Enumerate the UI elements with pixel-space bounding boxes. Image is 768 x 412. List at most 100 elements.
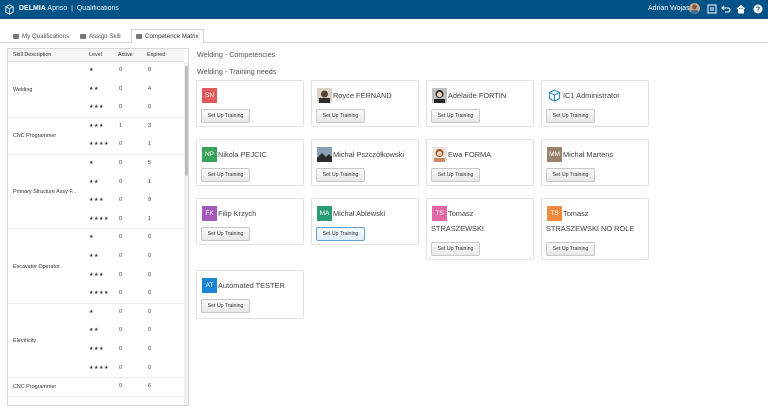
person-card[interactable]: Adélaide FORTIN Set Up Training xyxy=(426,80,534,127)
matrix-row[interactable]: ★ 0 0 xyxy=(86,229,184,247)
set-up-training-button[interactable]: Set Up Training xyxy=(201,299,250,313)
skill-name[interactable]: Electricity xyxy=(13,338,85,344)
level-stars: ★★ xyxy=(89,178,99,185)
matrix-row[interactable]: ★★★★ 0 1 xyxy=(86,136,184,154)
top-bar: DELMIA Apriso | Qualifications Adrian Wo… xyxy=(0,0,768,19)
avatar-initials: MA xyxy=(319,210,330,217)
matrix-row[interactable]: ★★★ 0 9 xyxy=(86,192,184,210)
back-icon[interactable] xyxy=(720,3,732,15)
info-panel-icon[interactable] xyxy=(706,3,718,15)
set-up-training-button[interactable]: Set Up Training xyxy=(431,109,480,123)
person-card[interactable]: MA Michał Ablewski Set Up Training xyxy=(311,198,419,245)
help-icon[interactable]: ? xyxy=(752,3,764,15)
active-count: 0 xyxy=(119,383,122,390)
matrix-row[interactable]: ★★★ 0 0 xyxy=(86,341,184,359)
matrix-row[interactable]: ★★★★ 0 0 xyxy=(86,360,184,378)
level-stars: ★★ xyxy=(89,327,99,334)
set-up-training-button[interactable]: Set Up Training xyxy=(546,168,595,182)
person-card[interactable]: IC1 Administrator Set Up Training xyxy=(541,80,649,127)
matrix-row[interactable]: ★ 0 8 xyxy=(86,62,184,80)
tab-assign-skill[interactable]: Assign Skill xyxy=(76,29,125,43)
level-stars: ★★★ xyxy=(89,197,104,204)
initials-avatar: AT xyxy=(202,278,217,293)
matrix-row[interactable]: ★★★ 1 3 xyxy=(86,118,184,136)
set-up-training-button[interactable]: Set Up Training xyxy=(546,242,595,256)
header-expired[interactable]: Expired xyxy=(147,52,165,58)
link-icon xyxy=(80,33,86,39)
skill-group: Electricity ★ 0 0 ★★ 0 0 ★★★ 0 0 ★★★★ 0 0 xyxy=(8,304,184,379)
person-name: Tomasz xyxy=(563,209,589,218)
person-card[interactable]: SN Set Up Training xyxy=(196,80,304,127)
set-up-training-button[interactable]: Set Up Training xyxy=(431,168,480,182)
scrollbar-thumb[interactable] xyxy=(185,66,188,176)
skill-name[interactable]: CNC Programmer xyxy=(13,133,85,139)
set-up-training-button[interactable]: Set Up Training xyxy=(316,227,365,241)
app-title: DELMIA Apriso | Qualifications xyxy=(19,5,119,12)
tab-my-qualifications[interactable]: My Qualifications xyxy=(9,29,73,43)
skill-name[interactable]: CNC Programmer xyxy=(13,384,85,390)
expired-count: 9 xyxy=(148,197,151,204)
set-up-training-button[interactable]: Set Up Training xyxy=(431,242,480,256)
skill-name[interactable]: Excavator Operator xyxy=(13,264,85,270)
tab-competence-matrix[interactable]: Competence Matrix xyxy=(131,29,204,44)
person-card[interactable]: TS Tomasz STRASZEWSKI Set Up Training xyxy=(426,198,534,260)
header-level[interactable]: Level xyxy=(89,52,102,58)
set-up-training-button[interactable]: Set Up Training xyxy=(316,168,365,182)
set-up-training-button[interactable]: Set Up Training xyxy=(546,109,595,123)
set-up-training-button[interactable]: Set Up Training xyxy=(201,109,250,123)
set-up-training-button[interactable]: Set Up Training xyxy=(201,227,250,241)
person-card[interactable]: Royce FERNAND Set Up Training xyxy=(311,80,419,127)
active-count: 0 xyxy=(119,67,122,73)
active-count: 1 xyxy=(119,122,122,129)
person-card[interactable]: Michał Pszczółkowski Set Up Training xyxy=(311,139,419,186)
person-card[interactable]: NP Nikola PEJCIC Set Up Training xyxy=(196,139,304,186)
header-skill[interactable]: Skill Description xyxy=(13,52,51,58)
active-count: 0 xyxy=(119,234,122,241)
matrix-row[interactable]: ★ 0 0 xyxy=(86,304,184,322)
brand-name: DELMIA xyxy=(19,5,46,12)
matrix-row[interactable]: ★★ 0 1 xyxy=(86,174,184,192)
matrix-row[interactable]: ★★★★ 0 1 xyxy=(86,211,184,229)
active-count: 0 xyxy=(119,159,122,166)
matrix-scrollbar[interactable] xyxy=(184,62,188,405)
expired-count: 0 xyxy=(148,252,151,259)
person-card[interactable]: FK Filip Krzych Set Up Training xyxy=(196,198,304,245)
set-up-training-button[interactable]: Set Up Training xyxy=(316,109,365,123)
expired-count: 0 xyxy=(148,290,151,297)
set-up-training-button[interactable]: Set Up Training xyxy=(201,168,250,182)
matrix-row[interactable]: ★ 0 5 xyxy=(86,155,184,173)
header-active[interactable]: Active xyxy=(118,52,133,58)
matrix-row[interactable]: ★★★ 0 0 xyxy=(86,267,184,285)
competence-matrix-panel: Skill Description Level Active Expired W… xyxy=(7,48,189,406)
initials-avatar: MM xyxy=(547,147,562,162)
tab-label: Competence Matrix xyxy=(145,33,199,40)
person-card[interactable]: MM Michał Martens Set Up Training xyxy=(541,139,649,186)
active-count: 0 xyxy=(119,290,122,297)
person-card[interactable]: Ewa FORMA Set Up Training xyxy=(426,139,534,186)
matrix-row[interactable]: ★★ 0 0 xyxy=(86,248,184,266)
skill-name[interactable]: Primary Structure Assy F... xyxy=(13,189,85,195)
user-photo-icon xyxy=(690,4,699,14)
level-stars: ★ xyxy=(89,234,94,241)
level-stars: ★ xyxy=(89,67,94,73)
matrix-row[interactable]: 06 xyxy=(86,378,184,396)
skill-name[interactable]: Welding xyxy=(13,87,85,93)
user-name[interactable]: Adrian Wojas xyxy=(648,5,690,12)
expired-count: 1 xyxy=(148,178,151,185)
home-icon[interactable] xyxy=(735,3,747,15)
avatar-initials: FK xyxy=(205,210,214,217)
expired-count: 0 xyxy=(148,271,151,278)
level-stars: ★ xyxy=(89,308,94,315)
expired-count: 5 xyxy=(148,159,151,166)
svg-text:?: ? xyxy=(756,7,760,14)
person-card[interactable]: AT Automated TESTER Set Up Training xyxy=(196,270,304,319)
matrix-row[interactable]: ★★ 0 4 xyxy=(86,81,184,99)
matrix-row[interactable]: ★★★ 0 0 xyxy=(86,99,184,117)
matrix-row[interactable]: ★★★★ 0 0 xyxy=(86,285,184,303)
matrix-row[interactable]: ★★ 0 0 xyxy=(86,322,184,340)
person-card[interactable]: TS Tomasz STRASZEWSKI NO ROLE Set Up Traini… xyxy=(541,198,649,260)
level-stars: ★★★ xyxy=(89,122,104,129)
person-name: Automated TESTER xyxy=(218,281,285,290)
user-avatar[interactable] xyxy=(689,3,700,14)
tab-bar: My Qualifications Assign Skill Competenc… xyxy=(0,29,768,44)
